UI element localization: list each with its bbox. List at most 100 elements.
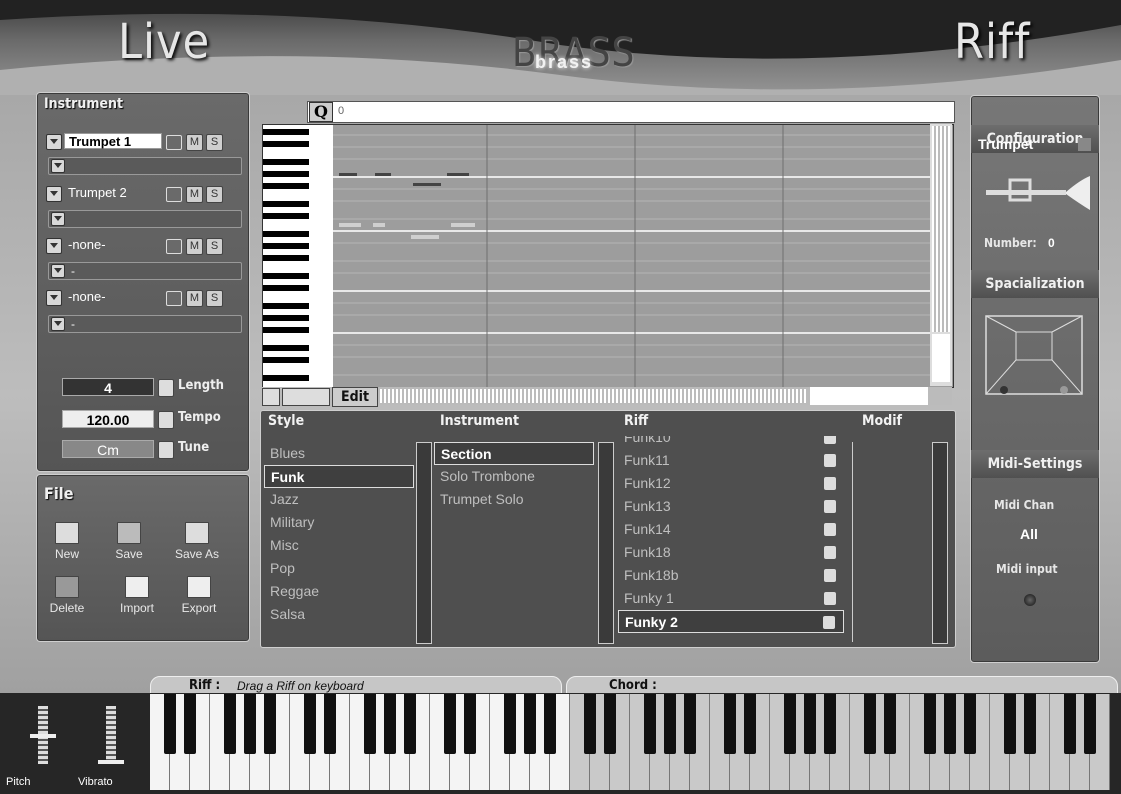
piano-black-key[interactable] <box>884 694 896 754</box>
tempo-stepper-icon[interactable] <box>158 411 174 429</box>
horizontal-scrollbar[interactable] <box>380 389 808 403</box>
list-item-selected[interactable]: Funky 2 <box>618 610 844 633</box>
piano-black-key[interactable] <box>184 694 196 754</box>
export-button[interactable]: Export <box>174 576 224 615</box>
instrument-4-mute-button[interactable]: M <box>186 290 203 307</box>
list-item[interactable]: Blues <box>264 442 414 465</box>
piano-black-key[interactable] <box>864 694 876 754</box>
loop-icon[interactable] <box>282 388 330 406</box>
piano-black-key[interactable] <box>164 694 176 754</box>
instrument-2-solo-button[interactable]: S <box>206 186 223 203</box>
piano-black-key[interactable] <box>924 694 936 754</box>
piano-black-key[interactable] <box>724 694 736 754</box>
piano-black-key[interactable] <box>784 694 796 754</box>
list-item[interactable]: Funk18b <box>618 564 844 587</box>
piano-black-key[interactable] <box>364 694 376 754</box>
piano-black-key[interactable] <box>224 694 236 754</box>
riff-scrollbar[interactable] <box>932 442 948 644</box>
midi-input-led-icon[interactable] <box>1024 594 1036 606</box>
list-item-selected[interactable]: Funk <box>264 465 414 488</box>
instrument-3-solo-button[interactable]: S <box>206 238 223 255</box>
pitch-slider-handle[interactable] <box>30 734 56 738</box>
instrument-4-dropdown-icon[interactable] <box>46 290 62 306</box>
midi-chan-value[interactable]: All <box>1020 526 1038 542</box>
instrument-1-sub-select[interactable] <box>48 157 242 175</box>
timeline-ruler[interactable]: 0 <box>307 101 955 123</box>
piano-black-key[interactable] <box>1024 694 1036 754</box>
play-icon[interactable] <box>262 388 280 406</box>
configuration-led[interactable] <box>1078 138 1091 151</box>
instrument-4-name[interactable]: -none- <box>64 289 162 305</box>
list-item[interactable]: Funk14 <box>618 518 844 541</box>
piano-keyboard[interactable] <box>150 694 1121 794</box>
vibrato-slider-handle[interactable] <box>98 760 124 764</box>
piano-black-key[interactable] <box>804 694 816 754</box>
new-button[interactable]: New <box>42 522 92 561</box>
style-scrollbar[interactable] <box>416 442 432 644</box>
list-item[interactable]: Misc <box>264 534 414 557</box>
list-item[interactable]: Trumpet Solo <box>434 488 594 511</box>
quantize-button[interactable]: Q <box>309 102 333 122</box>
piano-black-key[interactable] <box>824 694 836 754</box>
number-value[interactable]: 0 <box>1048 236 1055 250</box>
list-item[interactable]: Funk18 <box>618 541 844 564</box>
spatialization-pad[interactable] <box>976 310 1094 410</box>
length-stepper-icon[interactable] <box>158 379 174 397</box>
list-item[interactable]: Funk11 <box>618 449 844 472</box>
tune-dropdown-icon[interactable] <box>158 441 174 459</box>
piano-black-key[interactable] <box>1084 694 1096 754</box>
list-item-selected[interactable]: Section <box>434 442 594 465</box>
piano-black-key[interactable] <box>504 694 516 754</box>
instrument-1-solo-button[interactable]: S <box>206 134 223 151</box>
instrument-3-led[interactable] <box>166 239 182 254</box>
piano-black-key[interactable] <box>384 694 396 754</box>
list-item[interactable]: Funky 1 <box>618 587 844 610</box>
piano-black-key[interactable] <box>1064 694 1076 754</box>
piano-black-key[interactable] <box>964 694 976 754</box>
instrument-2-mute-button[interactable]: M <box>186 186 203 203</box>
list-item[interactable]: Funk10 <box>618 436 844 449</box>
list-item[interactable]: Reggae <box>264 580 414 603</box>
pitch-wheel[interactable] <box>30 706 56 770</box>
piano-black-key[interactable] <box>524 694 536 754</box>
instrument-3-mute-button[interactable]: M <box>186 238 203 255</box>
piano-black-key[interactable] <box>664 694 676 754</box>
save-as-button[interactable]: Save As <box>172 522 222 561</box>
instrument-4-solo-button[interactable]: S <box>206 290 223 307</box>
scroll-thumb[interactable] <box>932 126 950 332</box>
piano-black-key[interactable] <box>744 694 756 754</box>
instrument-3-sub-select[interactable]: - <box>48 262 242 280</box>
instrument-1-mute-button[interactable]: M <box>186 134 203 151</box>
vibrato-wheel[interactable] <box>98 706 124 770</box>
list-item[interactable]: Pop <box>264 557 414 580</box>
instrument-4-led[interactable] <box>166 291 182 306</box>
instrument-2-sub-select[interactable] <box>48 210 242 228</box>
piano-black-key[interactable] <box>404 694 416 754</box>
save-button[interactable]: Save <box>104 522 154 561</box>
instrument-1-dropdown-icon[interactable] <box>46 134 62 150</box>
piano-black-key[interactable] <box>324 694 336 754</box>
piano-roll-vertical-scrollbar[interactable] <box>930 124 952 386</box>
list-item[interactable]: Military <box>264 511 414 534</box>
list-item[interactable]: Solo Trombone <box>434 465 594 488</box>
tempo-value[interactable]: 120.00 <box>62 410 154 428</box>
piano-black-key[interactable] <box>464 694 476 754</box>
piano-black-key[interactable] <box>644 694 656 754</box>
piano-black-key[interactable] <box>544 694 556 754</box>
zoom-handle[interactable] <box>932 334 950 382</box>
import-button[interactable]: Import <box>112 576 162 615</box>
horizontal-zoom-handle[interactable] <box>810 387 928 405</box>
delete-button[interactable]: Delete <box>42 576 92 615</box>
instrument-2-dropdown-icon[interactable] <box>46 186 62 202</box>
piano-black-key[interactable] <box>444 694 456 754</box>
length-value[interactable]: 4 <box>62 378 154 396</box>
edit-button[interactable]: Edit <box>332 387 378 407</box>
piano-roll-grid[interactable] <box>262 124 954 388</box>
piano-black-key[interactable] <box>1004 694 1016 754</box>
piano-black-key[interactable] <box>604 694 616 754</box>
instrument-3-name[interactable]: -none- <box>64 237 162 253</box>
piano-black-key[interactable] <box>304 694 316 754</box>
instrument-2-led[interactable] <box>166 187 182 202</box>
piano-black-key[interactable] <box>244 694 256 754</box>
list-item[interactable]: Salsa <box>264 603 414 626</box>
